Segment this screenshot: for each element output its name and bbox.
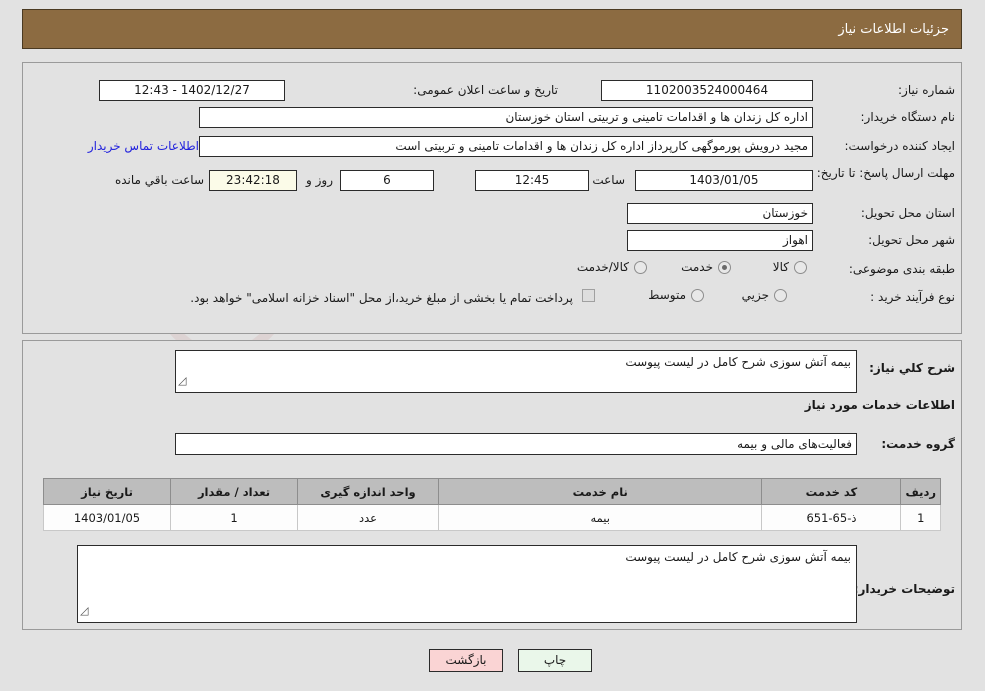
category-radio-khedmat[interactable]: خدمت — [681, 260, 731, 274]
category-option-label-khedmat: خدمت — [681, 260, 713, 274]
requester-value: مجید درویش پورموگهی کارپرداز اداره کل زن… — [199, 136, 813, 157]
buyer-contact-link[interactable]: اطلاعات تماس خریدار — [88, 139, 199, 153]
radio-indicator-motavaset[interactable] — [691, 288, 704, 302]
public-announce-value: 1402/12/27 - 12:43 — [99, 80, 285, 101]
cell-row-index: 1 — [900, 504, 941, 531]
buyer-org-value: اداره کل زندان ها و اقدامات تامینی و ترب… — [199, 107, 813, 128]
cell-unit: عدد — [297, 504, 439, 531]
back-button[interactable]: بازگشت — [429, 649, 503, 672]
treasury-bonds-checkbox[interactable] — [582, 289, 595, 302]
service-group-label: گروه خدمت: — [881, 437, 955, 451]
service-group-value: فعالیت‌های مالی و بیمه — [175, 433, 857, 455]
buyer-notes-label: توضیحات خریدار: — [853, 582, 955, 596]
need-number-label: شماره نیاز: — [898, 83, 955, 97]
remaining-days-label: روز و — [306, 173, 333, 187]
province-label: استان محل تحویل: — [860, 206, 955, 220]
cell-service-name: بیمه — [437, 504, 763, 531]
remaining-time-label: ساعت باقي مانده — [114, 173, 204, 187]
page-title: جزئیات اطلاعات نیاز — [838, 21, 949, 37]
radio-indicator-kala[interactable] — [794, 260, 807, 274]
category-radio-kala-khedmat[interactable]: کالا/خدمت — [577, 260, 647, 274]
cell-need-date: 1403/01/05 — [43, 504, 171, 531]
table-header-row: ردیف کد خدمت نام خدمت واحد اندازه گیری ت… — [43, 478, 941, 505]
deadline-date-value: 1403/01/05 — [635, 170, 813, 191]
table-row: 1 ذ-65-651 بیمه عدد 1 1403/01/05 — [43, 504, 941, 531]
purchase-type-radio-motavaset[interactable]: متوسط — [648, 288, 704, 302]
general-desc-textarea[interactable]: بیمه آتش سوزی شرح کامل در لیست پیوست — [175, 350, 857, 393]
category-radio-kala[interactable]: کالا — [773, 260, 807, 274]
radio-indicator-khedmat[interactable] — [718, 260, 731, 274]
purchase-type-option-label-jozei: جزیي — [741, 288, 769, 302]
table-header-unit: واحد اندازه گیری — [297, 478, 439, 505]
purchase-type-radio-jozei[interactable]: جزیي — [742, 288, 787, 302]
cell-service-code: ذ-65-651 — [761, 504, 902, 531]
print-button[interactable]: چاپ — [518, 649, 592, 672]
need-number-value: 1102003524000464 — [601, 80, 813, 101]
services-table: ردیف کد خدمت نام خدمت واحد اندازه گیری ت… — [43, 478, 941, 531]
treasury-bonds-label: پرداخت تمام یا بخشی از مبلغ خرید،از محل … — [190, 291, 573, 305]
province-value: خوزستان — [627, 203, 813, 224]
requester-label: ایجاد کننده درخواست: — [844, 139, 955, 153]
city-label: شهر محل تحویل: — [868, 233, 955, 247]
table-header-service-name: نام خدمت — [437, 478, 763, 505]
page-header-bar: جزئیات اطلاعات نیاز — [22, 9, 962, 49]
category-option-label-kala: کالا — [772, 260, 789, 274]
cell-quantity: 1 — [170, 504, 298, 531]
remaining-time-value: 23:42:18 — [209, 170, 297, 191]
radio-indicator-kala-khedmat[interactable] — [634, 260, 647, 274]
table-header-row-index: ردیف — [900, 478, 941, 505]
table-header-need-date: تاریخ نیاز — [43, 478, 171, 505]
remaining-days-value: 6 — [340, 170, 434, 191]
category-label: طبقه بندی موضوعی: — [848, 262, 955, 276]
public-announce-label: تاریخ و ساعت اعلان عمومی: — [413, 83, 558, 97]
deadline-hour-label: ساعت — [592, 173, 625, 187]
purchase-type-label: نوع فرآیند خرید : — [870, 290, 955, 304]
general-desc-label: شرح کلي نیاز: — [869, 361, 955, 375]
table-header-service-code: کد خدمت — [761, 478, 902, 505]
deadline-label: مهلت ارسال پاسخ: تا تاریخ: — [816, 166, 955, 180]
radio-indicator-jozei[interactable] — [774, 288, 787, 302]
city-value: اهواز — [627, 230, 813, 251]
purchase-type-option-label-motavaset: متوسط — [648, 288, 686, 302]
deadline-hour-value: 12:45 — [475, 170, 589, 191]
buyer-org-label: نام دستگاه خریدار: — [860, 110, 956, 124]
services-info-title: اطلاعات خدمات مورد نیاز — [804, 398, 955, 412]
buyer-notes-textarea[interactable]: بیمه آتش سوزی شرح کامل در لیست پیوست — [77, 545, 857, 623]
table-header-quantity: تعداد / مقدار — [170, 478, 298, 505]
category-option-label-kala-khedmat: کالا/خدمت — [576, 260, 629, 274]
